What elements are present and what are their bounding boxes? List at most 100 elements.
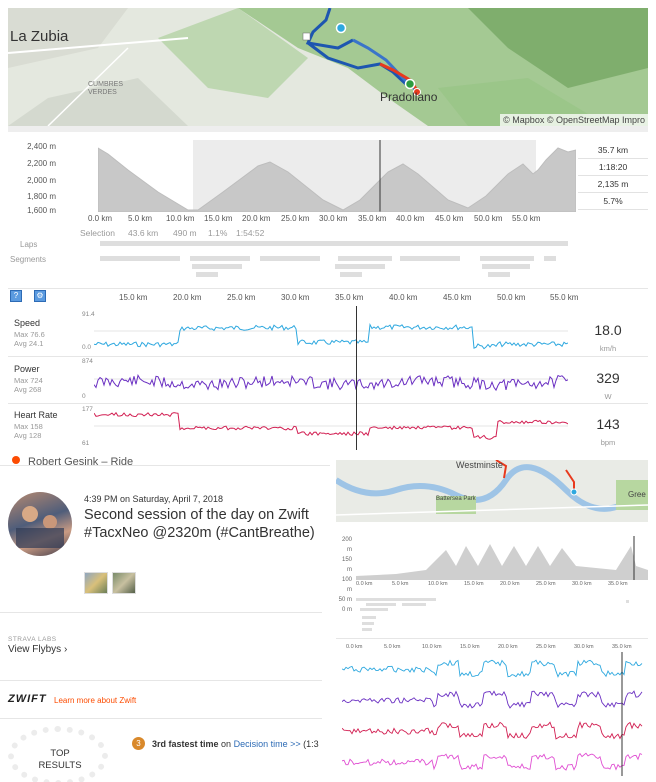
segment-bar[interactable]: [100, 256, 180, 261]
achievement-extra: (1:3: [303, 739, 319, 749]
heart-rate-stream[interactable]: [94, 405, 568, 447]
stream-x-tick: 15.0 km: [119, 293, 148, 302]
segment-bar[interactable]: [338, 256, 392, 261]
embed-streams[interactable]: [342, 652, 648, 776]
segment-bar[interactable]: [480, 256, 534, 261]
elev-x-tick: 50.0 km: [474, 214, 503, 223]
elev-x-tick: 45.0 km: [435, 214, 464, 223]
selection-distance: 43.6 km: [128, 228, 159, 238]
map-attribution[interactable]: © Mapbox © OpenStreetMap Impro: [500, 114, 648, 126]
stream-x-tick: 20.0 km: [173, 293, 202, 302]
segment-bar[interactable]: [488, 272, 510, 277]
selection-label: Selection: [80, 228, 115, 238]
segment-bar[interactable]: [335, 264, 385, 269]
hr-title: Heart Rate: [14, 410, 58, 420]
divider: [0, 612, 322, 613]
segment-bar[interactable]: [260, 256, 320, 261]
elev-x-tick: 15.0 km: [204, 214, 233, 223]
athlete-avatar[interactable]: [8, 492, 72, 556]
elev-x-tick: 25.0 km: [281, 214, 310, 223]
embed-x-tick: 30.0 km: [572, 581, 592, 587]
segment-bar[interactable]: [196, 272, 218, 277]
elev-y-tick: 2,200 m: [27, 159, 56, 168]
embed-y-tick: 200 m: [341, 537, 352, 553]
power-stream[interactable]: [94, 358, 568, 400]
strava-labs-label: STRAVA LABS: [8, 636, 57, 643]
hr-max: Max 158: [14, 422, 43, 431]
speed-trace: [94, 323, 568, 350]
segment-bar[interactable]: [192, 264, 242, 269]
help-button[interactable]: ?: [10, 290, 22, 302]
segment-bar[interactable]: [190, 256, 250, 261]
speed-unit: km/h: [599, 344, 617, 353]
activity-summary: Robert Gesink – Ride 4:39 PM on Saturday…: [0, 452, 330, 782]
activity-datetime: 4:39 PM on Saturday, April 7, 2018: [84, 494, 223, 504]
elevation-chart[interactable]: 2,400 m 2,200 m 2,000 m 1,800 m 1,600 m …: [8, 136, 648, 246]
ride-type-icon: [12, 456, 20, 464]
stream-x-tick: 50.0 km: [497, 293, 526, 302]
activity-photo-thumbnail[interactable]: [112, 572, 136, 594]
speed-current: 18.0 km/h: [570, 322, 646, 356]
power-trace: [94, 374, 568, 392]
embed-stream-trace: [342, 659, 643, 678]
power-avg: Avg 268: [14, 385, 42, 394]
embed-stream-x-tick: 10.0 km: [422, 644, 442, 650]
elevation-profile[interactable]: [98, 140, 576, 212]
speed-stream[interactable]: [94, 310, 568, 352]
embed-stream-trace: [342, 752, 643, 771]
map-label-cumbres-verdes: CUMBRES VERDES: [88, 81, 124, 96]
segment-bar[interactable]: [340, 272, 362, 277]
embed-stream-x-tick: 15.0 km: [460, 644, 480, 650]
route-map[interactable]: La Zubia Pradollano CUMBRES VERDES © Map…: [8, 8, 648, 126]
divider: [0, 680, 322, 681]
view-flybys-link[interactable]: View Flybys ›: [8, 644, 67, 655]
embed-x-tick: 25.0 km: [536, 581, 556, 587]
embed-stream-trace: [342, 720, 643, 740]
activity-date: on Saturday, April 7, 2018: [120, 494, 223, 504]
athlete-line[interactable]: Robert Gesink – Ride: [28, 456, 133, 468]
elev-x-tick: 55.0 km: [512, 214, 541, 223]
segment-bar[interactable]: [360, 608, 388, 611]
segment-bar[interactable]: [626, 600, 629, 603]
segment-bar[interactable]: [366, 603, 396, 606]
selection-time: 1:54:52: [236, 228, 265, 238]
segment-bar[interactable]: [356, 598, 436, 601]
segment-bar[interactable]: [362, 616, 376, 619]
segment-bar[interactable]: [482, 264, 530, 269]
zwift-learn-more-link[interactable]: Learn more about Zwift: [54, 696, 136, 705]
segment-bar[interactable]: [400, 256, 460, 261]
activity-photo-thumbnail[interactable]: [84, 572, 108, 594]
elev-x-tick: 30.0 km: [319, 214, 348, 223]
speed-panel-label: Speed Max 76.6 Avg 24.1: [8, 318, 76, 348]
segment-bar[interactable]: [544, 256, 556, 261]
embed-x-tick: 20.0 km: [500, 581, 520, 587]
segment-bar[interactable]: [362, 622, 374, 625]
stream-cursor-line: [356, 306, 357, 450]
embed-map-label-battersea: Battersea Park: [436, 496, 476, 502]
speed-value: 18.0: [594, 322, 622, 338]
elev-y-tick: 1,800 m: [27, 192, 56, 201]
embed-stream-x-tick: 20.0 km: [498, 644, 518, 650]
achievement-segment-link[interactable]: Decision time >>: [234, 739, 301, 749]
segment-bar[interactable]: [402, 603, 426, 606]
elev-y-tick: 2,400 m: [27, 142, 56, 151]
embed-stream-x-tick: 25.0 km: [536, 644, 556, 650]
laps-label: Laps: [20, 240, 38, 249]
power-title: Power: [14, 364, 40, 374]
embed-map[interactable]: Westminste Battersea Park Gree: [336, 460, 648, 522]
activity-title: Second session of the day on Zwift #Tacx…: [84, 507, 315, 541]
lap-bar[interactable]: [100, 241, 568, 246]
stat-elevation: 2,135 m: [578, 176, 648, 193]
embed-stream-x-tick: 5.0 km: [384, 644, 401, 650]
settings-button[interactable]: ⚙: [34, 290, 46, 302]
elev-x-tick: 40.0 km: [396, 214, 425, 223]
embed-x-tick: 5.0 km: [392, 581, 409, 587]
map-resize-handle[interactable]: [8, 126, 648, 132]
embed-y-tick: 100 m: [341, 577, 352, 593]
elev-x-tick: 5.0 km: [128, 214, 153, 223]
embed-elevation-profile[interactable]: [356, 536, 648, 580]
embed-map-label-westminster: Westminste: [456, 460, 503, 470]
hr-axis-top: 177: [82, 406, 93, 413]
segment-bar[interactable]: [362, 628, 372, 631]
hr-avg: Avg 128: [14, 431, 42, 440]
